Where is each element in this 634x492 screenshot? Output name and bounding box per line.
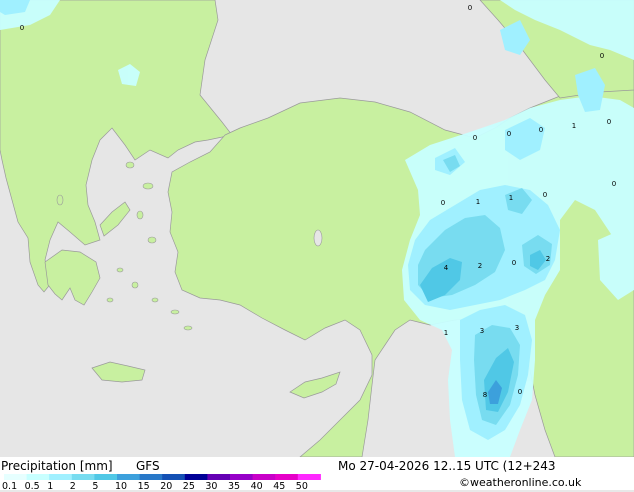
precip-value-label: 2	[478, 262, 482, 270]
precip-value-label: 0	[518, 388, 522, 396]
legend-tick-label: 30	[205, 481, 218, 492]
precip-value-label: 0	[600, 52, 604, 60]
precip-value-label: 3	[515, 324, 519, 332]
precip-value-label: 0	[441, 199, 445, 207]
legend-swatch	[71, 474, 95, 480]
footer: Precipitation [mm] GFS Mo 27-04-2026 12.…	[0, 457, 634, 492]
legend-tick-label: 0.5	[24, 481, 40, 492]
precip-value-label: 3	[480, 327, 484, 335]
legend-tick-label: 40	[250, 481, 263, 492]
credit-link[interactable]: ©weatheronline.co.uk	[459, 476, 581, 489]
legend-swatch	[4, 474, 28, 480]
legend-swatch	[297, 474, 321, 480]
precip-value-label: 0	[473, 134, 477, 142]
precip-value-label: 0	[512, 259, 516, 267]
legend-tick-label: 5	[92, 481, 99, 492]
legend-swatch	[184, 474, 208, 480]
precip-value-label: 0	[468, 4, 472, 12]
legend-tick-label: 35	[228, 481, 241, 492]
precip-value-label: 4	[444, 264, 449, 272]
legend-swatch	[139, 474, 163, 480]
model-name: GFS	[136, 459, 160, 473]
precip-value-label: 8	[483, 391, 487, 399]
precip-value-label: 0	[539, 126, 543, 134]
legend-tick-label: 45	[273, 481, 286, 492]
legend-tick-label: 15	[137, 481, 150, 492]
lake-tuz	[313, 229, 323, 247]
legend-swatch	[94, 474, 118, 480]
legend-tick-label: 2	[69, 481, 76, 492]
legend-color-bar	[4, 474, 321, 480]
legend-swatch	[162, 474, 186, 480]
legend-swatch	[49, 474, 73, 480]
precip-value-label: 1	[444, 329, 448, 337]
legend-tick-label: 0.1	[2, 481, 18, 492]
legend-tick-label: 1	[47, 481, 54, 492]
map-title: Precipitation [mm]	[1, 459, 113, 473]
legend-swatch	[207, 474, 231, 480]
legend-tick-label: 20	[160, 481, 173, 492]
precipitation-map: 0 0 0 1 0 0 0 0 0 1 1 0 0 4 2 0 2 1 3 3 8 0	[0, 0, 634, 457]
precip-value-label: 0	[507, 130, 511, 138]
legend-swatch	[230, 474, 254, 480]
precip-value-label: 0	[543, 191, 547, 199]
legend-swatch	[252, 474, 276, 480]
legend-tick-label: 50	[295, 481, 308, 492]
legend-tick-label: 25	[182, 481, 195, 492]
precip-value-label: 1	[572, 122, 576, 130]
legend-swatch	[117, 474, 141, 480]
legend-swatch	[26, 474, 50, 480]
legend-swatch	[275, 474, 299, 480]
precip-value-label: 0	[607, 118, 611, 126]
legend-tick-label: 10	[115, 481, 128, 492]
precip-value-label: 0	[20, 24, 24, 32]
precip-value-label: 1	[509, 194, 513, 202]
precip-value-label: 0	[612, 180, 616, 188]
precip-value-label: 1	[476, 198, 480, 206]
valid-datetime: Mo 27-04-2026 12..15 UTC (12+243	[338, 459, 556, 473]
precip-value-label: 2	[546, 255, 550, 263]
